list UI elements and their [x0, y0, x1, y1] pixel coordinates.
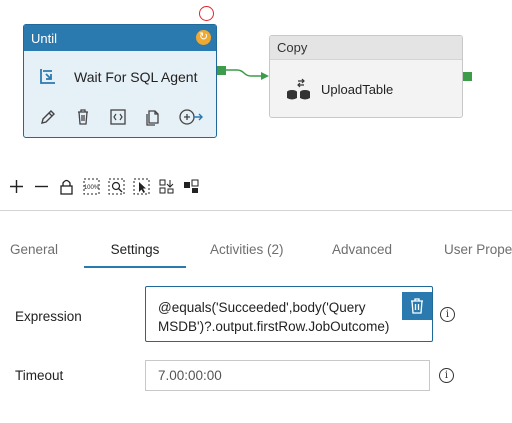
error-indicator-icon[interactable] [199, 6, 214, 21]
zoom-100-label: 100% [84, 185, 100, 191]
lock-icon[interactable] [58, 178, 75, 195]
delete-expression-button[interactable] [402, 292, 432, 320]
until-activity-header: Until ↻ [24, 25, 216, 51]
timeout-value: 7.00:00:00 [158, 368, 222, 383]
timeout-field[interactable]: 7.00:00:00 [145, 360, 430, 391]
expression-value: @equals('Succeeded',body('Query MSDB')?.… [158, 300, 390, 334]
clone-icon[interactable] [143, 107, 163, 127]
timeout-info-icon[interactable]: i [439, 368, 454, 383]
wait-activity-icon [40, 69, 55, 84]
copy-activity-name: UploadTable [321, 82, 394, 97]
panel-divider[interactable] [0, 210, 512, 211]
zoom-100-icon[interactable]: 100% [83, 178, 100, 195]
copy-activity-type: Copy [270, 36, 462, 60]
until-success-port[interactable] [217, 66, 226, 75]
edit-icon[interactable] [38, 107, 58, 127]
canvas-toolbar: 100% [8, 178, 200, 195]
loop-icon: ↻ [196, 30, 211, 45]
copy-activity[interactable]: Copy UploadTable [269, 35, 463, 118]
timeout-label: Timeout [15, 368, 64, 383]
code-icon[interactable] [108, 107, 128, 127]
zoom-fit-icon[interactable] [108, 178, 125, 195]
tab-settings[interactable]: Settings [84, 230, 186, 268]
add-output-icon[interactable] [178, 107, 204, 127]
copy-success-port[interactable] [463, 72, 472, 81]
expression-label: Expression [15, 309, 82, 324]
active-tab-indicator [84, 266, 186, 268]
expression-field[interactable]: @equals('Succeeded',body('Query MSDB')?.… [145, 286, 433, 342]
tab-advanced[interactable]: Advanced [332, 230, 392, 268]
layout-icon[interactable] [158, 178, 175, 195]
until-activity-name: Wait For SQL Agent [74, 69, 198, 85]
delete-icon[interactable] [73, 107, 93, 127]
properties-tabs: General Settings Activities (2) Advanced… [0, 230, 512, 270]
pipeline-canvas[interactable]: Until ↻ Wait For SQL Agent Copy UploadTa… [0, 0, 512, 210]
until-activity-type: Until [31, 30, 58, 46]
trash-icon [411, 298, 423, 314]
tab-general[interactable]: General [10, 230, 58, 268]
until-activity[interactable]: Until ↻ Wait For SQL Agent [23, 24, 217, 138]
tab-activities[interactable]: Activities (2) [210, 230, 284, 268]
remove-icon[interactable] [33, 178, 50, 195]
tab-user-properties[interactable]: User Prope [444, 230, 512, 268]
select-icon[interactable] [133, 178, 150, 195]
copy-data-icon [287, 78, 310, 100]
expression-info-icon[interactable]: i [440, 307, 455, 322]
add-icon[interactable] [8, 178, 25, 195]
arrange-icon[interactable] [183, 178, 200, 195]
